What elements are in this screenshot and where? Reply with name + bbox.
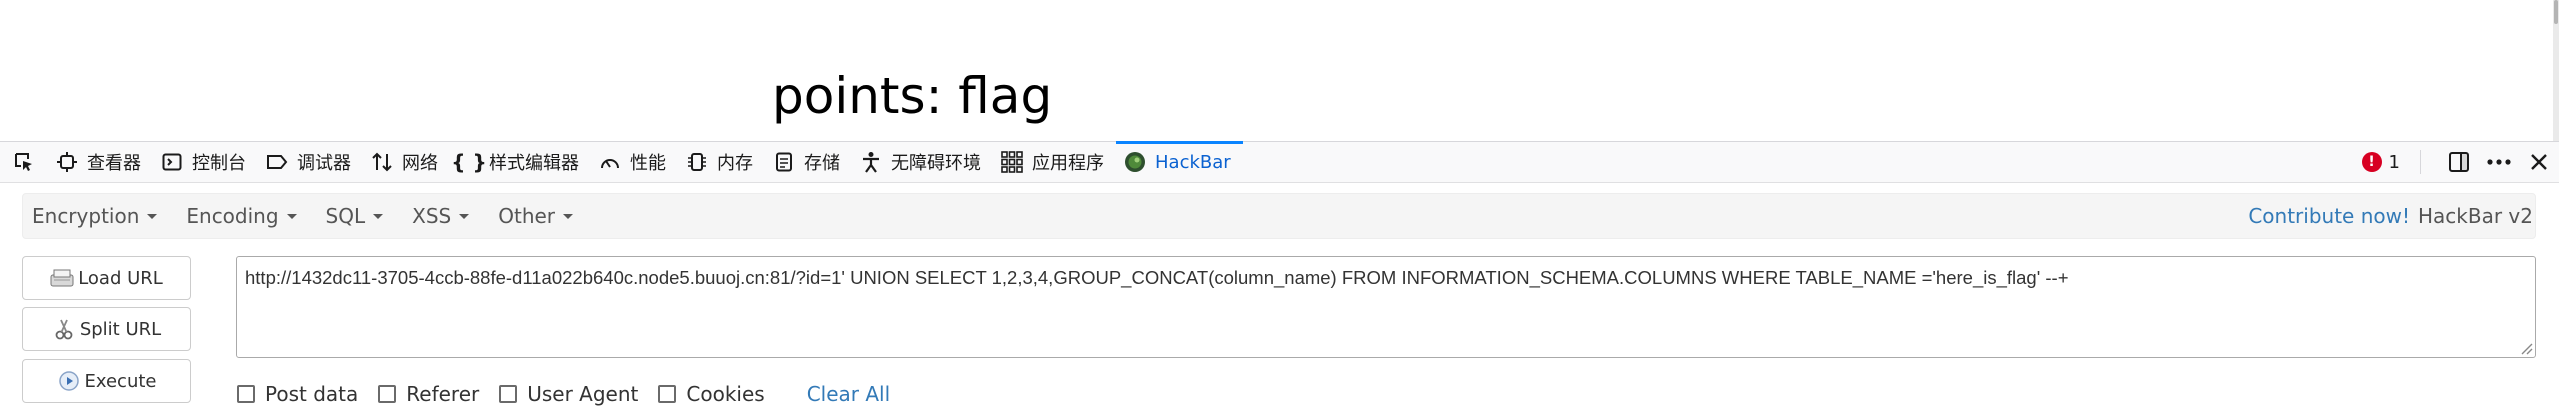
page-scrollbar[interactable] [2553,0,2559,141]
url-value: http://1432dc11-3705-4ccb-88fe-d11a022b6… [245,267,2069,288]
hackbar-panel: Encryption Encoding SQL XSS Other Contri… [0,183,2559,417]
tab-performance[interactable]: 性能 [591,142,678,182]
menu-xss[interactable]: XSS [403,204,470,228]
cookies-checkbox[interactable] [658,385,677,403]
tab-memory[interactable]: 内存 [678,142,765,182]
post-data-checkbox[interactable] [237,385,255,403]
debugger-icon [266,151,288,173]
url-textarea[interactable]: http://1432dc11-3705-4ccb-88fe-d11a022b6… [236,256,2536,358]
execute-button[interactable]: Execute [22,359,191,403]
tab-network[interactable]: 网络 [363,142,450,182]
scrollbar-thumb[interactable] [2554,0,2558,24]
dock-side-icon [2449,152,2469,172]
error-count-badge[interactable]: ! 1 [2361,151,2400,173]
dock-side-button[interactable] [2439,142,2479,182]
application-icon [1001,151,1023,173]
network-icon [371,151,393,173]
option-label: Post data [265,382,359,406]
scissors-icon [52,318,76,340]
ellipsis-icon [2487,159,2511,165]
menu-label: XSS [412,204,452,228]
tab-debugger[interactable]: 调试器 [258,142,363,182]
caret-down-icon [459,213,470,219]
menu-encryption[interactable]: Encryption [23,204,158,228]
element-picker-icon [15,153,32,171]
memory-icon [686,151,708,173]
error-icon: ! [2361,152,2382,172]
console-icon [161,151,183,173]
referer-option[interactable]: Referer [378,382,479,406]
caret-down-icon [286,213,297,219]
tab-hackbar[interactable]: HackBar [1116,141,1243,182]
post-data-option[interactable]: Post data [237,382,358,406]
element-picker-button[interactable] [0,142,48,182]
hackbar-icon [1124,151,1146,173]
style-editor-icon: { } [451,150,487,174]
accessibility-icon [860,151,882,173]
menu-encoding[interactable]: Encoding [177,204,297,228]
contribute-link[interactable]: Contribute now! [2248,204,2410,228]
load-url-button[interactable]: Load URL [22,256,191,300]
menu-label: Other [498,204,556,228]
tab-label: 控制台 [192,153,246,174]
caret-down-icon [373,213,384,219]
performance-icon [599,151,621,173]
tab-label: 性能 [630,153,666,174]
tab-accessibility[interactable]: 无障碍环境 [852,142,993,182]
option-label: Cookies [686,382,765,406]
tab-label: HackBar [1155,151,1231,173]
toolbar-divider [2420,150,2421,174]
tab-label: 无障碍环境 [891,153,981,174]
devtools-right-controls: ! 1 [2361,142,2559,182]
tab-application[interactable]: 应用程序 [993,142,1116,182]
tab-inspector[interactable]: 查看器 [48,142,153,182]
hackbar-menubar: Encryption Encoding SQL XSS Other Contri… [22,193,2536,239]
close-devtools-button[interactable] [2519,142,2559,182]
storage-icon [773,151,795,173]
clear-all-link[interactable]: Clear All [807,382,890,406]
button-label: Execute [84,370,157,392]
button-label: Split URL [79,318,162,340]
error-count: 1 [2388,151,2400,173]
tab-label: 存储 [804,153,840,174]
menu-other[interactable]: Other [489,204,574,228]
referer-checkbox[interactable] [378,385,397,403]
split-url-button[interactable]: Split URL [22,307,191,351]
menu-label: Encryption [32,204,140,228]
page-title: points: flag [772,67,1053,125]
cookies-option[interactable]: Cookies [658,382,765,406]
tab-label: 内存 [717,153,753,174]
menu-label: SQL [325,204,366,228]
request-options: Post data Referer User Agent Cookies Cle… [237,381,890,407]
tab-label: 样式编辑器 [489,153,579,174]
tab-style-editor[interactable]: { } 样式编辑器 [450,142,591,182]
tab-label: 查看器 [87,153,141,174]
option-label: User Agent [527,382,639,406]
option-label: Referer [406,382,480,406]
tab-console[interactable]: 控制台 [153,142,258,182]
inspector-icon [56,151,78,173]
caret-down-icon [563,213,574,219]
tab-label: 调试器 [297,153,351,174]
user-agent-option[interactable]: User Agent [499,382,638,406]
devtools-toolbar: 查看器 控制台 调试器 网络 { } 样式编辑器 性能 内存 存储 无障碍环境 … [0,141,2559,183]
menu-label: Encoding [186,204,279,228]
more-options-button[interactable] [2479,142,2519,182]
load-url-icon [50,267,74,289]
tab-label: 网络 [402,153,438,174]
play-icon [57,370,81,392]
menu-sql[interactable]: SQL [317,204,384,228]
page-content: points: flag [0,0,2559,141]
button-label: Load URL [78,267,163,289]
user-agent-checkbox[interactable] [499,385,518,403]
tab-label: 应用程序 [1032,153,1104,174]
hackbar-branding: Contribute now! HackBar v2 [2248,194,2533,238]
tab-storage[interactable]: 存储 [765,142,852,182]
caret-down-icon [147,213,158,219]
version-label: HackBar v2 [2418,204,2533,228]
close-icon [2531,154,2547,170]
resize-grip-icon[interactable] [2517,339,2533,355]
